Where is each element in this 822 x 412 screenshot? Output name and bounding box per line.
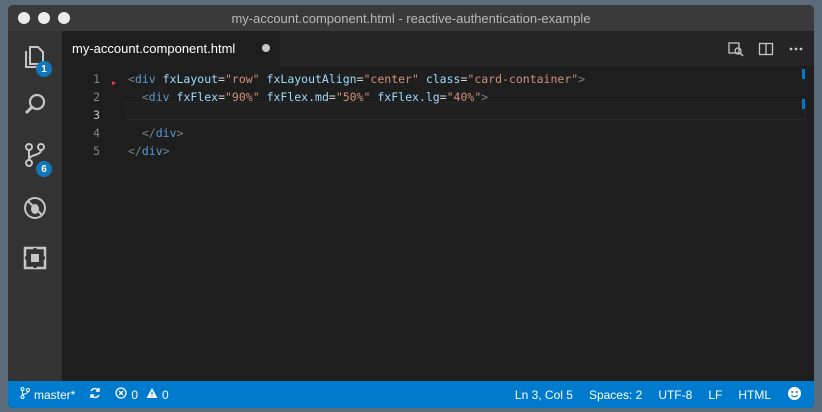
warning-icon <box>146 387 158 402</box>
cursor-position[interactable]: Ln 3, Col 5 <box>515 388 573 402</box>
sync-button[interactable] <box>89 387 101 402</box>
minimize-window-button[interactable] <box>38 12 50 24</box>
code-line: 2 <div fxFlex="90%" fxFlex.md="50%" fxFl… <box>62 88 814 106</box>
error-icon <box>115 387 127 402</box>
git-branch-icon <box>20 387 30 402</box>
activity-extensions[interactable] <box>8 236 62 284</box>
editor-actions <box>728 31 814 66</box>
code-text: <div fxFlex="90%" fxFlex.md="50%" fxFlex… <box>141 90 489 104</box>
activity-source-control[interactable]: 6 <box>8 133 62 181</box>
language-mode[interactable]: HTML <box>738 388 771 402</box>
debug-icon <box>22 195 48 226</box>
explorer-badge: 1 <box>36 61 52 77</box>
open-preview-icon[interactable] <box>728 41 744 57</box>
activity-explorer[interactable]: 1 <box>8 35 62 83</box>
window-controls <box>18 12 70 24</box>
status-bar: master* 0 0 Ln 3, Col 5 Spaces: 2 UTF-8 … <box>8 381 814 408</box>
feedback-smiley-icon[interactable] <box>787 386 802 404</box>
branch-status[interactable]: master* <box>20 387 75 402</box>
tab-label: my-account.component.html <box>72 41 236 56</box>
editor-tab-bar: my-account.component.html <box>62 31 814 66</box>
line-number: 2 <box>93 90 100 104</box>
branch-name: master* <box>34 387 76 402</box>
window-title: my-account.component.html - reactive-aut… <box>231 10 591 26</box>
code-line: 3 <box>62 106 814 124</box>
title-bar: my-account.component.html - reactive-aut… <box>8 5 814 31</box>
problems-status[interactable]: 0 0 <box>115 387 169 402</box>
search-icon <box>22 92 48 123</box>
code-editor[interactable]: ▶ 1 <div fxLayout="row" fxLayoutAlign="c… <box>62 66 814 381</box>
indentation-setting[interactable]: Spaces: 2 <box>589 388 642 402</box>
code-line: 4 </div> <box>62 124 814 142</box>
line-number: 3 <box>93 108 100 122</box>
code-text: </div> <box>128 144 170 158</box>
code-text: </div> <box>141 126 184 140</box>
sync-icon <box>89 387 101 402</box>
split-editor-icon[interactable] <box>758 41 774 57</box>
code-line: 1 <div fxLayout="row" fxLayoutAlign="cen… <box>62 70 814 88</box>
code-text: <div fxLayout="row" fxLayoutAlign="cente… <box>128 72 586 86</box>
error-count: 0 <box>131 387 139 402</box>
warning-count: 0 <box>162 387 169 402</box>
source-control-badge: 6 <box>36 161 52 177</box>
line-number: 1 <box>93 72 100 86</box>
encoding-setting[interactable]: UTF-8 <box>658 388 692 402</box>
unsaved-dot-icon[interactable] <box>262 44 270 52</box>
tab-my-account-component[interactable]: my-account.component.html <box>62 31 280 66</box>
activity-search[interactable] <box>8 83 62 131</box>
close-window-button[interactable] <box>18 12 30 24</box>
scrollbar-change-marker <box>802 99 805 109</box>
activity-bar: 1 6 <box>8 31 62 381</box>
eol-setting[interactable]: LF <box>708 388 722 402</box>
scrollbar-change-marker <box>802 69 805 79</box>
activity-debug[interactable] <box>8 186 62 234</box>
code-line: 5 </div> <box>62 142 814 160</box>
vscode-window: my-account.component.html - reactive-aut… <box>8 5 814 408</box>
line-number: 5 <box>93 144 100 158</box>
maximize-window-button[interactable] <box>58 12 70 24</box>
more-actions-icon[interactable] <box>788 41 804 57</box>
extensions-icon <box>22 245 48 276</box>
line-number: 4 <box>93 126 100 140</box>
